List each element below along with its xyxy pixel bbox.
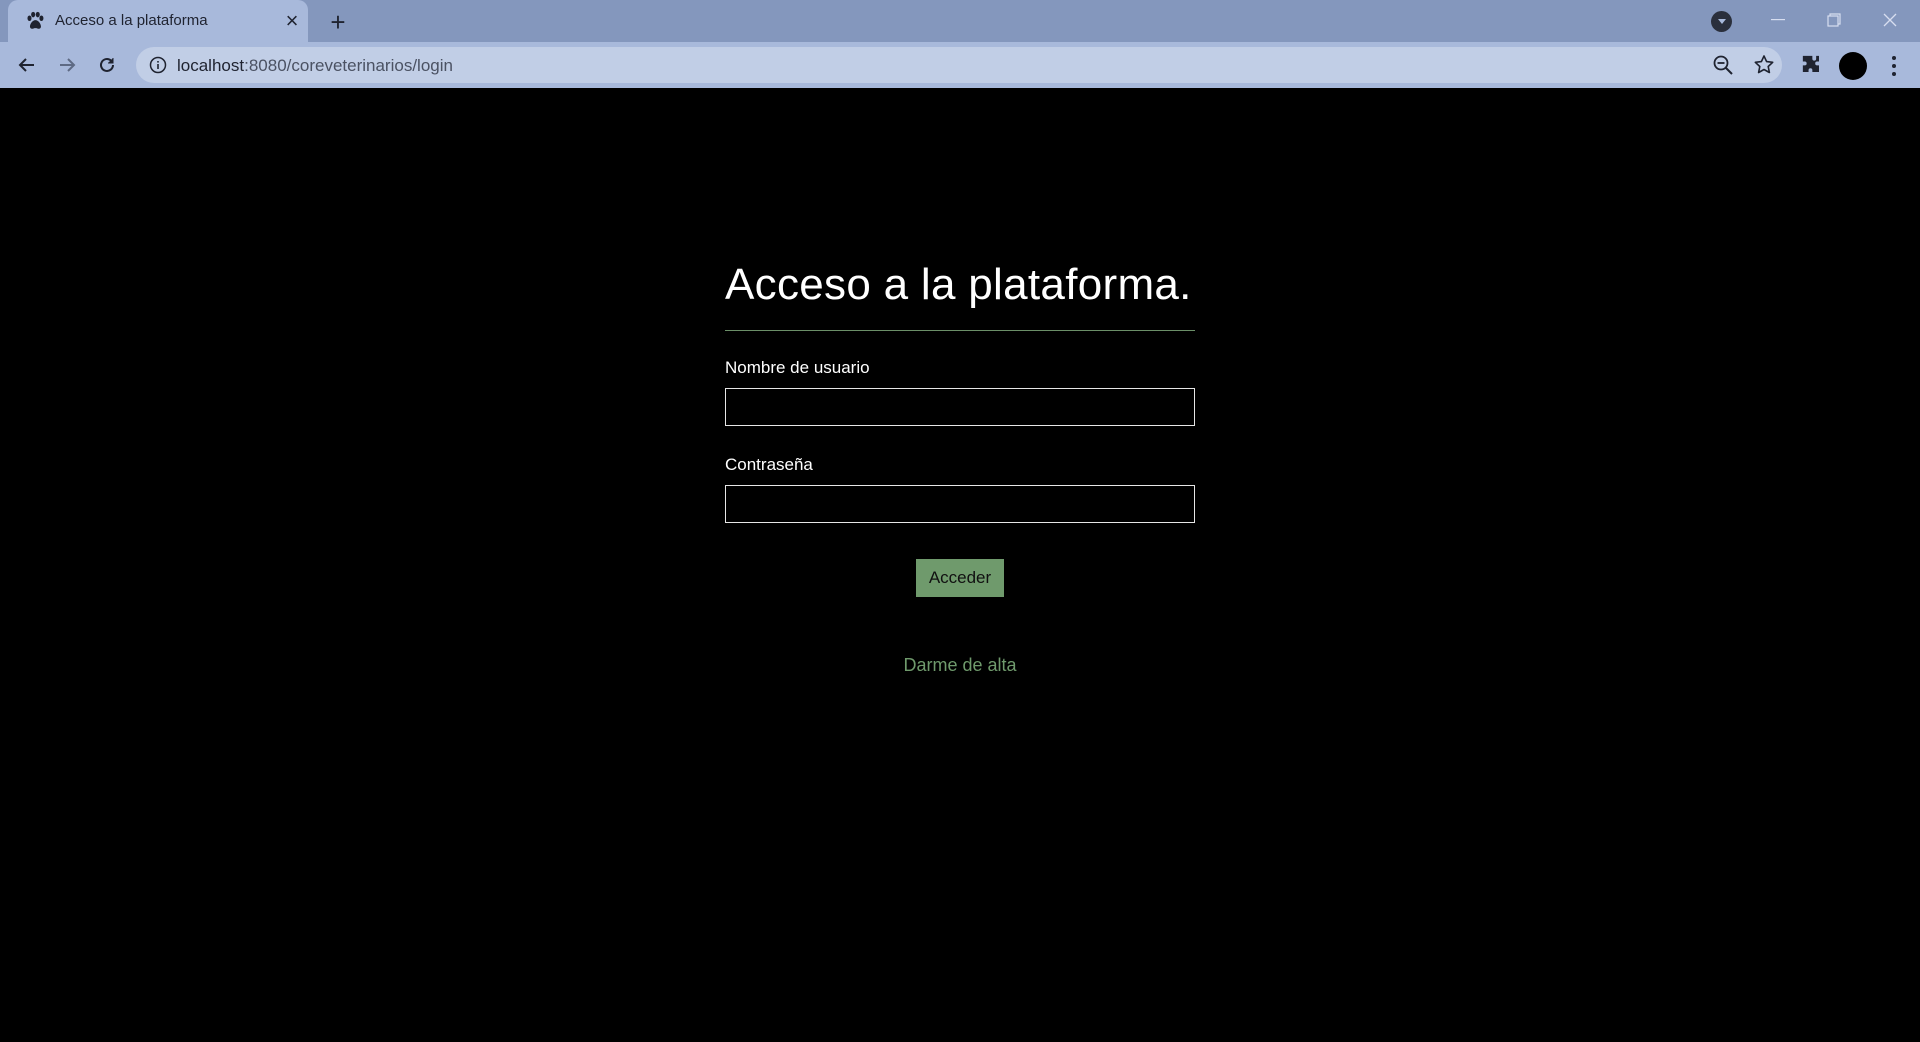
login-button[interactable]: Acceder	[915, 559, 1005, 597]
title-divider	[725, 330, 1195, 331]
address-bar[interactable]: localhost:8080/coreveterinarios/login	[136, 47, 1782, 83]
profile-avatar[interactable]	[1839, 52, 1867, 80]
tab-search-icon[interactable]	[1711, 11, 1732, 32]
back-icon[interactable]	[12, 50, 42, 80]
info-icon[interactable]	[149, 56, 167, 74]
submit-container: Acceder	[725, 559, 1195, 597]
signup-link[interactable]: Darme de alta	[725, 655, 1195, 676]
zoom-out-icon[interactable]	[1712, 54, 1734, 76]
url-path: :8080/coreveterinarios/login	[244, 56, 453, 75]
browser-toolbar: localhost:8080/coreveterinarios/login	[0, 42, 1920, 88]
page-title: Acceso a la plataforma.	[725, 260, 1192, 309]
reload-icon[interactable]	[92, 50, 122, 80]
url-host: localhost	[177, 56, 245, 75]
restore-icon[interactable]	[1806, 0, 1862, 40]
paw-icon	[27, 11, 44, 29]
star-icon[interactable]	[1752, 53, 1776, 77]
password-label: Contraseña	[725, 455, 813, 474]
browser-titlebar: Acceso a la plataforma × +	[0, 0, 1920, 42]
forward-icon[interactable]	[52, 50, 82, 80]
plus-icon[interactable]: +	[324, 7, 352, 37]
password-input[interactable]	[725, 485, 1195, 523]
close-icon[interactable]: ×	[280, 9, 304, 33]
username-input[interactable]	[725, 388, 1195, 426]
tab-title: Acceso a la plataforma	[55, 12, 208, 29]
window-close-icon[interactable]	[1862, 0, 1918, 40]
username-label: Nombre de usuario	[725, 358, 870, 377]
page-content: Acceso a la plataforma. Nombre de usuari…	[0, 88, 1920, 1042]
login-form: Acceso a la plataforma. Nombre de usuari…	[725, 258, 1195, 676]
browser-tab[interactable]: Acceso a la plataforma ×	[8, 0, 308, 42]
menu-icon[interactable]	[1884, 52, 1904, 80]
url-text[interactable]: localhost:8080/coreveterinarios/login	[177, 56, 453, 76]
minimize-icon[interactable]	[1750, 0, 1806, 40]
extensions-icon[interactable]	[1800, 53, 1824, 77]
